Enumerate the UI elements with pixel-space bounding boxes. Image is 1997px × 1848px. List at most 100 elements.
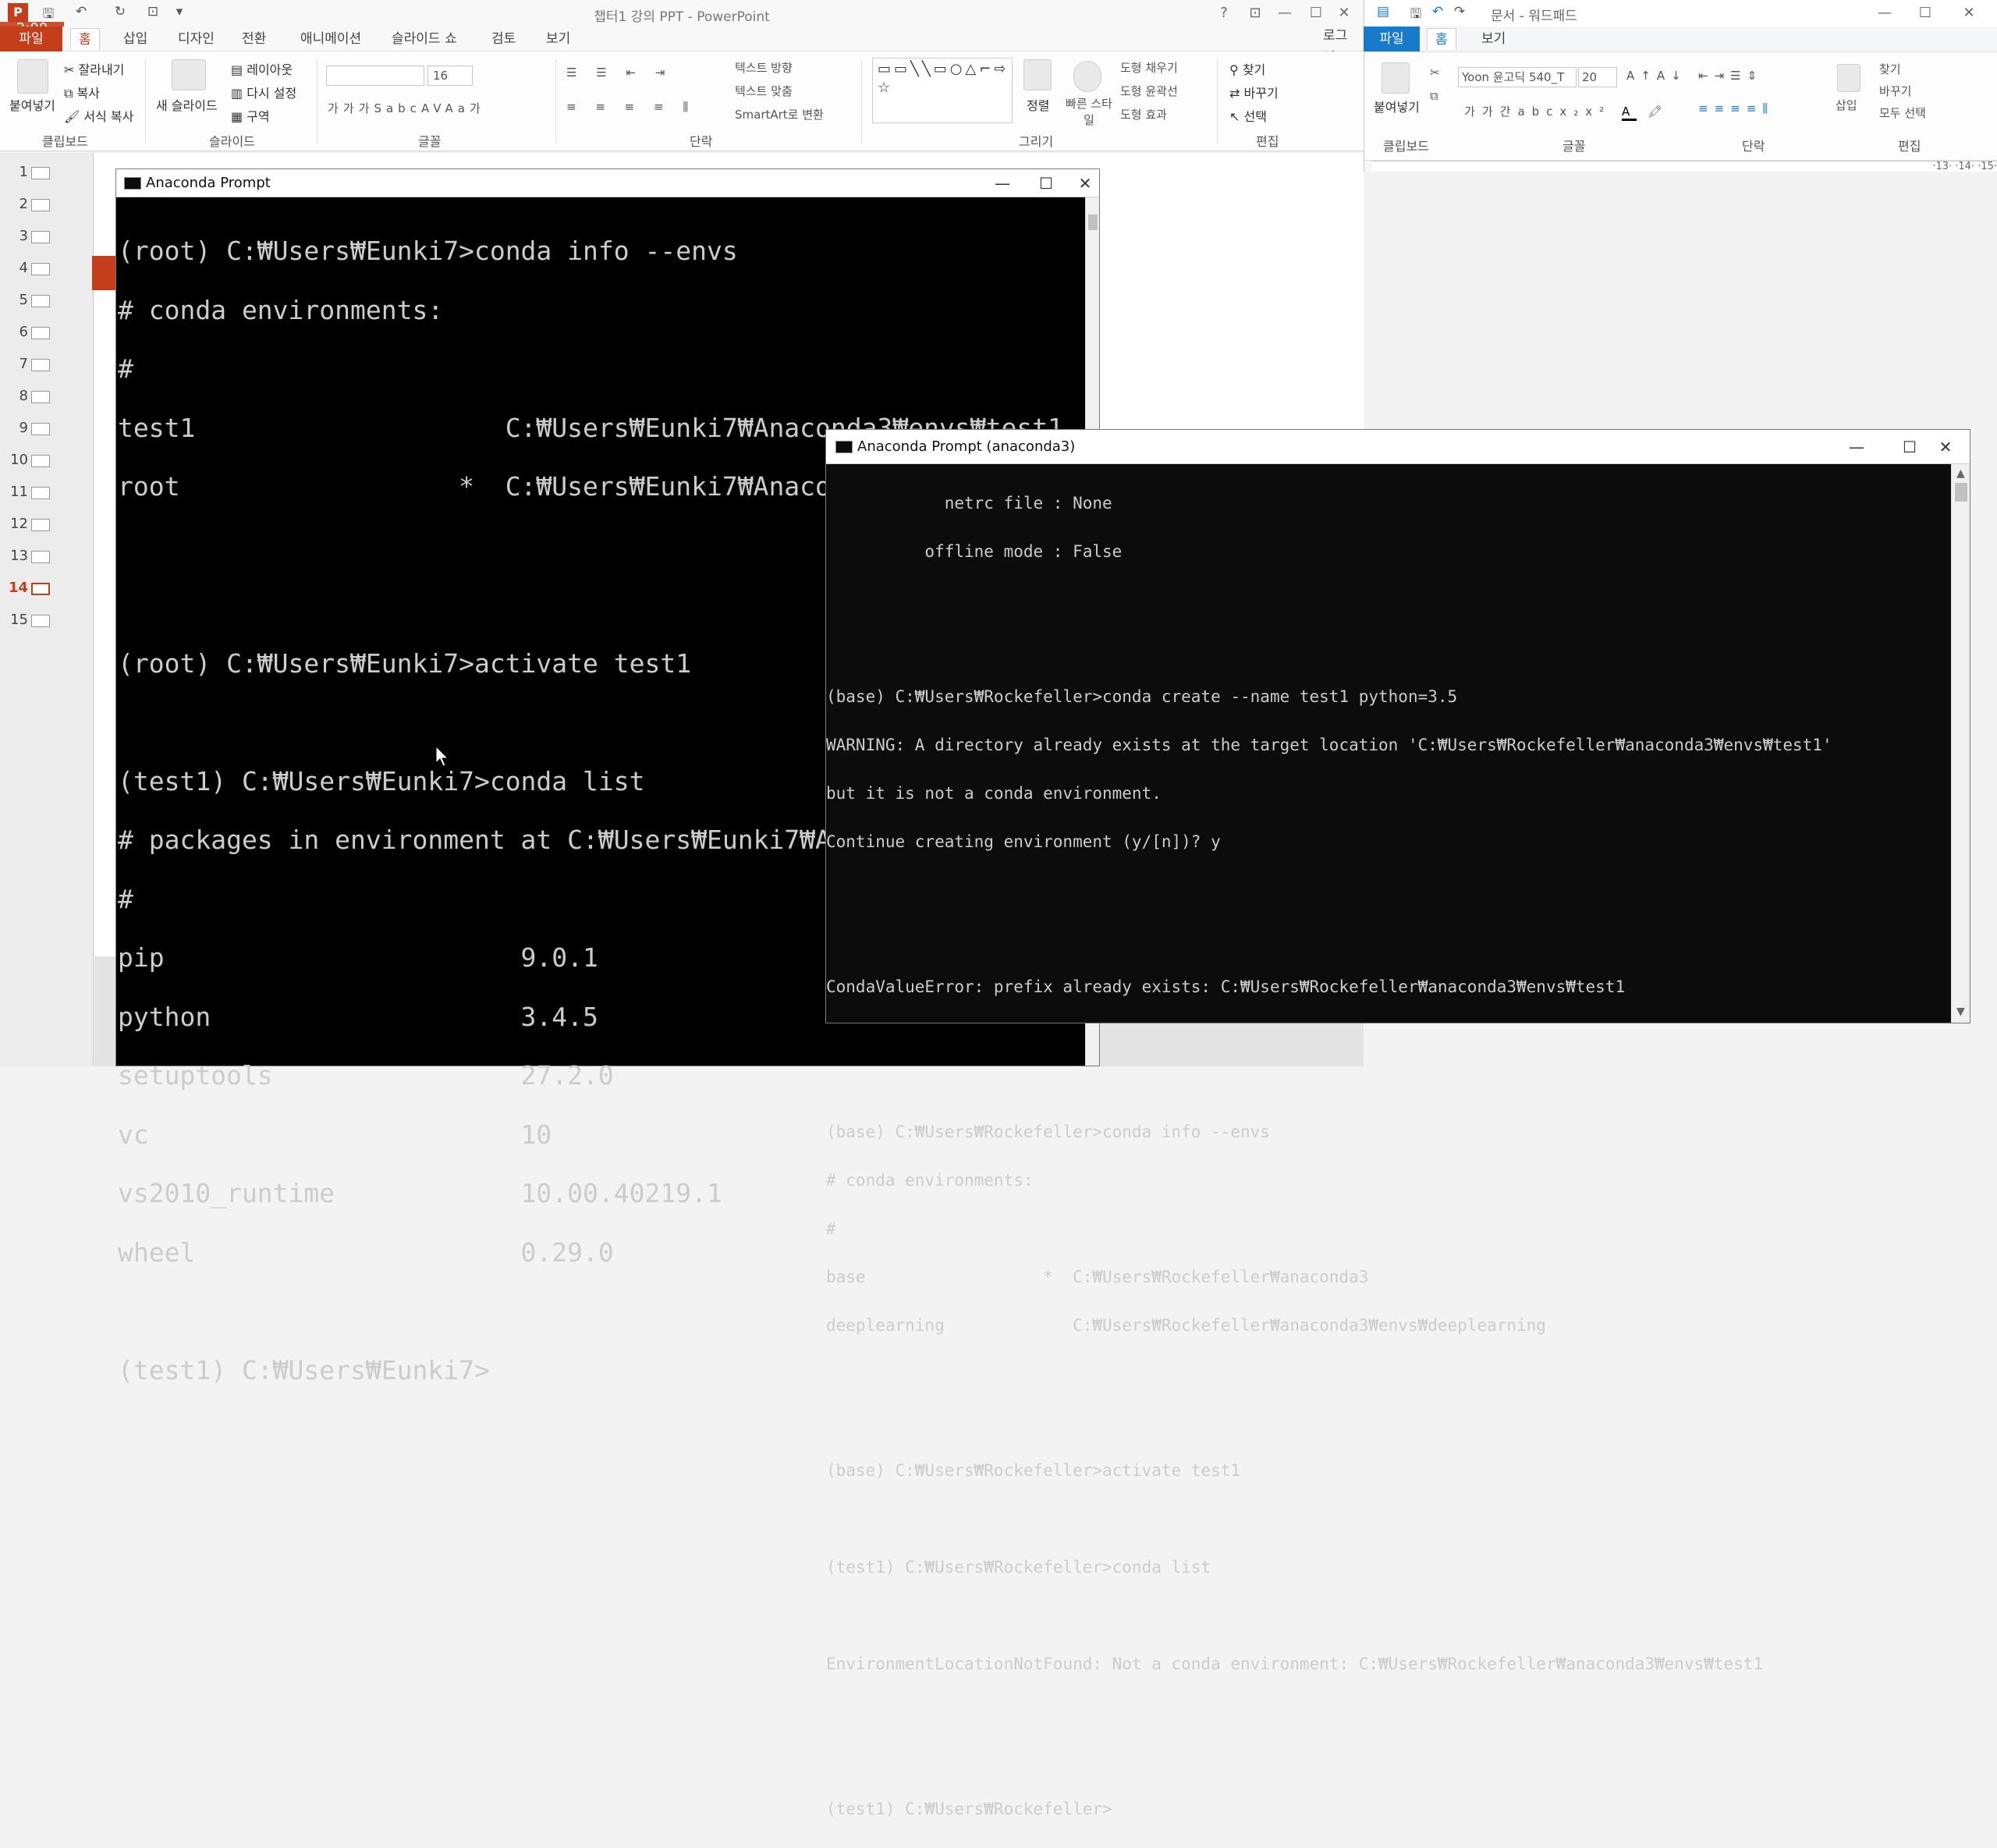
wordpad-strikethrough-button[interactable]: abc <box>1517 105 1559 119</box>
ppt-minimize-button[interactable]: — <box>1272 2 1298 25</box>
font-size-combo[interactable]: 16 <box>427 66 473 86</box>
ppt-close-button[interactable]: ✕ <box>1331 2 1357 25</box>
console2-scrollbar-thumb[interactable] <box>1955 483 1967 502</box>
ppt-tab-home[interactable]: 홈 <box>70 28 100 50</box>
slide-thumbnail-icon[interactable] <box>31 583 50 595</box>
scroll-up-icon[interactable]: ▲ <box>1956 467 1965 480</box>
font-color-button[interactable]: 가 <box>470 101 485 115</box>
slide-thumbnail-6[interactable]: 6 <box>0 324 94 356</box>
slide-thumbnail-icon[interactable] <box>31 551 50 563</box>
smartart-button[interactable]: SmartArt로 변환 <box>735 106 824 122</box>
slide-thumbnail-icon[interactable] <box>31 423 50 435</box>
wordpad-close-button[interactable]: ✕ <box>1956 2 1982 25</box>
console2-titlebar[interactable]: Anaconda Prompt (anaconda3) — ☐ ✕ <box>826 430 1970 464</box>
slide-thumbnail-11[interactable]: 11 <box>0 484 94 516</box>
strikethrough-button[interactable]: abc <box>386 101 421 115</box>
wordpad-insert-icon[interactable] <box>1837 64 1860 92</box>
format-painter-button[interactable]: 🖌 서식 복사 <box>64 106 133 125</box>
scroll-down-icon[interactable]: ▼ <box>1956 1006 1965 1018</box>
slide-thumbnail-13[interactable]: 13 <box>0 548 94 580</box>
console2-scrollbar[interactable]: ▲ ▼ <box>1951 464 1970 1023</box>
slide-thumbnail-icon[interactable] <box>31 295 50 307</box>
slide-thumbnail-icon[interactable] <box>31 615 50 627</box>
underline-button[interactable]: 가 <box>359 101 374 115</box>
wordpad-underline-button[interactable]: 간 <box>1500 105 1518 119</box>
wordpad-tab-home[interactable]: 홈 <box>1427 28 1456 50</box>
wordpad-minimize-button[interactable]: — <box>1871 2 1898 25</box>
wordpad-highlight-icon[interactable]: 🖍 <box>1648 105 1669 119</box>
ppt-tab-review[interactable]: 검토 <box>484 28 523 50</box>
ppt-tab-design[interactable]: 디자인 <box>170 28 222 50</box>
wordpad-tab-view[interactable]: 보기 <box>1474 28 1513 50</box>
wordpad-save-icon[interactable]: 🖫 <box>1406 4 1425 22</box>
slide-thumbnail-15[interactable]: 15 <box>0 612 94 644</box>
slide-thumbnail-1[interactable]: 1 <box>0 164 94 196</box>
paste-button[interactable]: 붙여넣기 <box>9 95 55 114</box>
wordpad-redo-icon[interactable]: ↷ <box>1450 4 1469 21</box>
ppt-help-button[interactable]: ? <box>1211 2 1237 25</box>
console2-output[interactable]: netrc file : None offline mode : False (… <box>826 464 1946 1848</box>
select-button[interactable]: ↖ 선택 <box>1229 106 1267 125</box>
bold-button[interactable]: 가 <box>328 101 343 115</box>
italic-button[interactable]: 가 <box>343 101 359 115</box>
layout-button[interactable]: ▤ 레이아웃 <box>231 59 293 78</box>
slide-thumbnail-icon[interactable] <box>31 167 50 179</box>
list-buttons[interactable]: ☰ ☰ ⇤ ⇥ <box>566 66 672 80</box>
wordpad-paste-icon[interactable] <box>1382 62 1410 94</box>
align-text-button[interactable]: 텍스트 맞춤 <box>735 83 793 99</box>
new-slide-button[interactable]: 새 슬라이드 <box>156 95 218 114</box>
shapes-gallery[interactable]: ▭▭╲╲▭○△⌐⇨⇩◠◌⌒{}☆ <box>872 58 1013 123</box>
console-maximize-button[interactable]: ☐ <box>1027 169 1065 197</box>
ppt-tab-view[interactable]: 보기 <box>538 28 578 50</box>
shape-fill-button[interactable]: 도형 채우기 <box>1120 59 1178 76</box>
wordpad-text-color-icon[interactable]: A <box>1621 105 1637 121</box>
console-scrollbar-thumb[interactable] <box>1088 215 1098 230</box>
slide-thumbnail-icon[interactable] <box>31 391 50 403</box>
wordpad-font-size-combo[interactable]: 20 <box>1578 67 1617 87</box>
arrange-icon[interactable] <box>1023 59 1052 90</box>
wordpad-grow-shrink-font[interactable]: A↑A↓ <box>1626 69 1687 83</box>
console-close-button[interactable]: ✕ <box>1066 169 1104 197</box>
wordpad-font-name-combo[interactable]: Yoon 윤고딕 540_T <box>1458 67 1577 87</box>
wordpad-paste-button[interactable]: 붙여넣기 <box>1374 97 1420 115</box>
arrange-button[interactable]: 정렬 <box>1027 95 1049 114</box>
wordpad-superscript-button[interactable]: x² <box>1585 105 1611 119</box>
reset-button[interactable]: ▥ 다시 설정 <box>231 83 296 101</box>
wordpad-replace-button[interactable]: 바꾸기 <box>1879 83 1911 99</box>
font-name-combo[interactable] <box>326 66 424 86</box>
wordpad-italic-button[interactable]: 가 <box>1482 105 1500 119</box>
quick-styles-icon[interactable] <box>1073 61 1101 92</box>
ppt-tab-slideshow[interactable]: 슬라이드 쇼 <box>384 28 465 50</box>
slide-thumbnail-5[interactable]: 5 <box>0 292 94 324</box>
wordpad-maximize-button[interactable]: ☐ <box>1912 2 1938 25</box>
console-titlebar[interactable]: Anaconda Prompt — ☐ ✕ <box>116 169 1099 197</box>
slide-thumbnail-7[interactable]: 7 <box>0 356 94 388</box>
slide-thumbnail-icon[interactable] <box>31 519 50 531</box>
slide-thumbnail-3[interactable]: 3 <box>0 228 94 260</box>
ppt-ribbon-display-icon[interactable]: ⊡ <box>1242 2 1268 25</box>
section-button[interactable]: ▦ 구역 <box>231 106 270 125</box>
slide-thumbnail-2[interactable]: 2 <box>0 196 94 228</box>
slide-thumbnail-icon[interactable] <box>31 199 50 211</box>
wordpad-indent-list-buttons[interactable]: ⇤⇥☰⇕ <box>1698 69 1763 83</box>
slide-thumbnail-icon[interactable] <box>31 455 50 467</box>
ppt-tab-file[interactable]: 파일 <box>0 27 62 51</box>
slide-thumbnail-10[interactable]: 10 <box>0 452 94 484</box>
wordpad-bold-button[interactable]: 가 <box>1464 105 1482 119</box>
slide-thumbnail-icon[interactable] <box>31 263 50 275</box>
slide-thumbnail-8[interactable]: 8 <box>0 388 94 420</box>
ppt-tab-animations[interactable]: 애니메이션 <box>293 28 369 50</box>
find-button[interactable]: ⚲ 찾기 <box>1229 59 1265 78</box>
slide-thumbnail-icon[interactable] <box>31 327 50 339</box>
wordpad-undo-icon[interactable]: ↶ <box>1428 4 1447 21</box>
slide-thumbnail-icon[interactable] <box>31 487 50 499</box>
change-case-button[interactable]: Aa <box>445 101 470 115</box>
wordpad-alignment-buttons[interactable]: ≡≡≡≡⫼ <box>1698 101 1774 115</box>
text-direction-button[interactable]: 텍스트 방향 <box>735 59 793 76</box>
slide-thumbnail-14[interactable]: 14 <box>0 580 94 612</box>
wordpad-tab-file[interactable]: 파일 <box>1364 27 1420 51</box>
anaconda-prompt-anaconda3-window[interactable]: Anaconda Prompt (anaconda3) — ☐ ✕ netrc … <box>825 429 1970 1818</box>
replace-button[interactable]: ⇄ 바꾸기 <box>1229 83 1279 101</box>
ppt-login[interactable]: 로그인 <box>1315 25 1364 66</box>
slide-thumbnail-4[interactable]: 4 <box>0 260 94 292</box>
